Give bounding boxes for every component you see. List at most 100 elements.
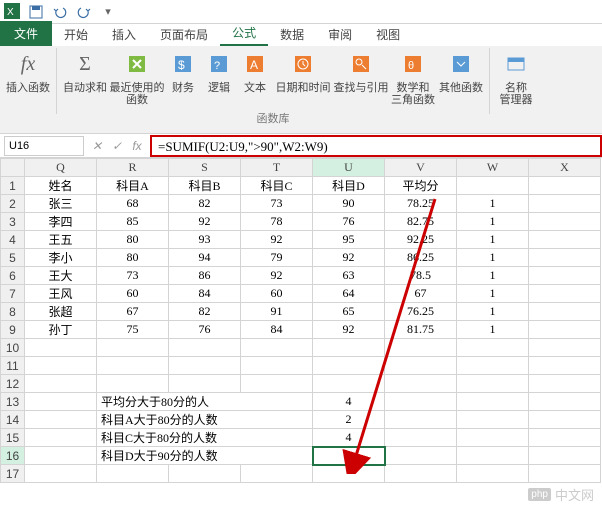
cell[interactable]: 78.5 (385, 267, 457, 285)
cell[interactable]: 60 (241, 285, 313, 303)
cell[interactable] (529, 447, 601, 465)
tab-data[interactable]: 数据 (268, 23, 316, 46)
cell[interactable] (241, 357, 313, 375)
row-header[interactable]: 3 (1, 213, 25, 231)
cell[interactable] (457, 465, 529, 483)
cell[interactable] (385, 339, 457, 357)
cell[interactable] (457, 339, 529, 357)
cell[interactable]: 64 (313, 285, 385, 303)
cell[interactable]: 78.25 (385, 195, 457, 213)
cell[interactable] (457, 411, 529, 429)
cell[interactable] (169, 375, 241, 393)
row-header[interactable]: 11 (1, 357, 25, 375)
cell[interactable]: 82 (169, 195, 241, 213)
cell[interactable] (313, 339, 385, 357)
insert-function-button[interactable]: fx 插入函数 (4, 48, 52, 94)
cell[interactable]: 3 (313, 447, 385, 465)
cell[interactable] (529, 357, 601, 375)
cell[interactable] (25, 357, 97, 375)
cell[interactable]: 63 (313, 267, 385, 285)
math-trig-button[interactable]: θ 数学和 三角函数 (389, 48, 437, 106)
cell[interactable]: 王大 (25, 267, 97, 285)
cell[interactable]: 姓名 (25, 177, 97, 195)
cell[interactable]: 60 (97, 285, 169, 303)
row-header[interactable]: 1 (1, 177, 25, 195)
cell[interactable]: 86.25 (385, 249, 457, 267)
cell[interactable]: 79 (241, 249, 313, 267)
cell[interactable] (457, 177, 529, 195)
cell[interactable]: 92.25 (385, 231, 457, 249)
cell[interactable] (241, 375, 313, 393)
cell[interactable]: 科目D大于90分的人数 (97, 447, 313, 465)
tab-page-layout[interactable]: 页面布局 (148, 23, 220, 46)
fx-icon[interactable]: fx (128, 137, 146, 155)
cell[interactable]: 78 (241, 213, 313, 231)
row-header[interactable]: 9 (1, 321, 25, 339)
cell[interactable] (529, 177, 601, 195)
name-manager-button[interactable]: 名称 管理器 (494, 48, 538, 106)
customize-dropdown-icon[interactable]: ▾ (98, 2, 118, 22)
col-header[interactable]: W (457, 159, 529, 177)
row-header[interactable]: 6 (1, 267, 25, 285)
row-header[interactable]: 16 (1, 447, 25, 465)
cell[interactable]: 85 (97, 213, 169, 231)
logical-button[interactable]: ? 逻辑 (201, 48, 237, 106)
cell[interactable] (25, 411, 97, 429)
cell[interactable]: 李小 (25, 249, 97, 267)
cell[interactable]: 84 (169, 285, 241, 303)
save-icon[interactable] (26, 2, 46, 22)
cell[interactable] (97, 375, 169, 393)
cell[interactable] (529, 231, 601, 249)
more-functions-button[interactable]: 其他函数 (437, 48, 485, 106)
cell[interactable] (529, 429, 601, 447)
text-button[interactable]: A 文本 (237, 48, 273, 106)
cell[interactable] (97, 357, 169, 375)
tab-file[interactable]: 文件 (0, 21, 52, 46)
cell[interactable]: 80 (97, 249, 169, 267)
cell[interactable]: 科目A大于80分的人数 (97, 411, 313, 429)
cell[interactable] (25, 465, 97, 483)
cell[interactable] (529, 465, 601, 483)
cell[interactable]: 92 (313, 249, 385, 267)
cell[interactable]: 82.75 (385, 213, 457, 231)
cell[interactable] (385, 375, 457, 393)
cell[interactable] (529, 195, 601, 213)
col-header[interactable]: Q (25, 159, 97, 177)
cell[interactable] (25, 339, 97, 357)
cell[interactable] (457, 357, 529, 375)
cell[interactable] (241, 465, 313, 483)
cell[interactable]: 平均分大于80分的人 (97, 393, 313, 411)
cell[interactable]: 82 (169, 303, 241, 321)
cell[interactable]: 76 (313, 213, 385, 231)
financial-button[interactable]: $ 财务 (165, 48, 201, 106)
cell[interactable] (25, 429, 97, 447)
cell[interactable] (457, 429, 529, 447)
lookup-button[interactable]: 查找与引用 (333, 48, 389, 106)
cell[interactable] (529, 249, 601, 267)
formula-bar[interactable]: =SUMIF(U2:U9,">90",W2:W9) (150, 135, 602, 157)
row-header[interactable]: 8 (1, 303, 25, 321)
worksheet[interactable]: Q R S T U V W X 1姓名科目A科目B科目C科目D平均分2张三688… (0, 158, 602, 483)
row-header[interactable]: 14 (1, 411, 25, 429)
tab-formulas[interactable]: 公式 (220, 21, 268, 46)
cell[interactable]: 84 (241, 321, 313, 339)
cell[interactable] (529, 267, 601, 285)
cell[interactable]: 王风 (25, 285, 97, 303)
cell[interactable]: 科目C大于80分的人数 (97, 429, 313, 447)
cell[interactable]: 68 (97, 195, 169, 213)
datetime-button[interactable]: 日期和时间 (273, 48, 333, 106)
cell[interactable] (529, 411, 601, 429)
tab-review[interactable]: 审阅 (316, 23, 364, 46)
name-box[interactable] (4, 136, 84, 156)
cell[interactable]: 75 (97, 321, 169, 339)
cell[interactable] (385, 411, 457, 429)
cell[interactable]: 1 (457, 195, 529, 213)
row-header[interactable]: 4 (1, 231, 25, 249)
row-header[interactable]: 12 (1, 375, 25, 393)
cell[interactable] (313, 375, 385, 393)
cell[interactable] (457, 375, 529, 393)
cell[interactable]: 67 (385, 285, 457, 303)
cell[interactable]: 91 (241, 303, 313, 321)
cell[interactable]: 1 (457, 321, 529, 339)
cell[interactable] (97, 339, 169, 357)
